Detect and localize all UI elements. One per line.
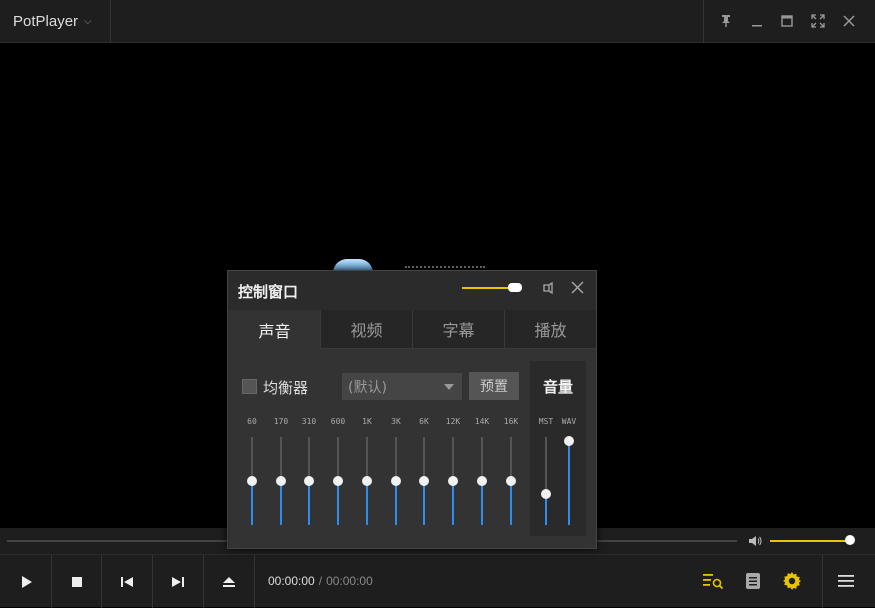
previous-button[interactable] xyxy=(102,555,153,608)
total-time: 00:00:00 xyxy=(326,574,373,588)
tab-video[interactable]: 视频 xyxy=(321,310,413,349)
eq-band-slider-fill xyxy=(510,481,512,525)
volume-channel-label: WAV xyxy=(561,417,577,426)
eq-band-slider-fill xyxy=(337,481,339,525)
eq-band-label: 14K xyxy=(474,417,490,426)
app-name: PotPlayer xyxy=(13,13,79,30)
next-button[interactable] xyxy=(153,555,204,608)
eq-band-label: 6K xyxy=(419,417,429,426)
volume-channel-slider-fill xyxy=(568,441,570,525)
eq-band-label: 16K xyxy=(503,417,519,426)
tab-subtitle[interactable]: 字幕 xyxy=(413,310,505,349)
volume-panel-title: 音量 xyxy=(542,378,573,396)
eq-band-slider-knob[interactable] xyxy=(419,476,429,486)
stop-button[interactable] xyxy=(52,555,102,608)
equalizer-preset-select[interactable]: (默认) xyxy=(342,373,462,400)
eq-band-label: 600 xyxy=(330,417,346,426)
eq-band-slider-fill xyxy=(452,481,454,525)
opacity-slider-knob[interactable] xyxy=(508,283,522,292)
playlist-search-icon[interactable] xyxy=(701,569,725,593)
playlist-icon[interactable] xyxy=(741,569,765,593)
eq-band-slider-knob[interactable] xyxy=(333,476,343,486)
volume-slider[interactable] xyxy=(770,540,850,542)
eq-band-slider-knob[interactable] xyxy=(304,476,314,486)
close-icon[interactable] xyxy=(838,10,860,32)
time-separator: / xyxy=(318,574,323,588)
eq-band-slider-knob[interactable] xyxy=(448,476,458,486)
gear-icon[interactable] xyxy=(780,569,804,593)
play-icon xyxy=(21,575,32,588)
dialog-title: 控制窗口 xyxy=(238,283,299,301)
eq-band-slider-fill xyxy=(308,481,310,525)
eq-band-label: 12K xyxy=(445,417,461,426)
eq-band-label: 3K xyxy=(391,417,401,426)
equalizer-checkbox[interactable] xyxy=(242,379,257,394)
app-menu-button[interactable]: PotPlayer ⌵ xyxy=(0,0,111,43)
skip-previous-icon xyxy=(121,576,133,587)
dialog-pin-icon[interactable] xyxy=(540,279,558,297)
pin-icon[interactable] xyxy=(715,10,737,32)
eq-band-slider-knob[interactable] xyxy=(362,476,372,486)
equalizer-label: 均衡器 xyxy=(263,379,309,397)
eq-band-slider-knob[interactable] xyxy=(391,476,401,486)
eq-band-slider-fill xyxy=(481,481,483,525)
eject-icon xyxy=(223,576,235,587)
tab-audio[interactable]: 声音 xyxy=(229,310,321,349)
preset-select-value: (默认) xyxy=(348,379,387,396)
menu-icon[interactable] xyxy=(834,569,858,593)
window-controls xyxy=(703,0,875,43)
eq-band-slider-knob[interactable] xyxy=(276,476,286,486)
maximize-icon[interactable] xyxy=(776,10,798,32)
dialog-tabs: 声音 视频 字幕 播放 xyxy=(229,310,596,349)
volume-slider-knob[interactable] xyxy=(845,535,855,545)
play-button[interactable] xyxy=(0,555,52,608)
open-button[interactable] xyxy=(204,555,255,608)
eq-band-slider-fill xyxy=(395,481,397,525)
control-window-dialog: 控制窗口 声音 视频 字幕 播放 均衡器 (默认) 预置 音量 60 170 310… xyxy=(227,270,597,549)
dropdown-arrow-icon xyxy=(444,384,454,390)
chevron-down-icon: ⌵ xyxy=(84,16,92,27)
control-bar: 00:00:00/00:00:00 xyxy=(0,554,875,608)
eq-band-slider-fill xyxy=(251,481,253,525)
time-display: 00:00:00/00:00:00 xyxy=(268,574,373,588)
eq-band-slider-fill xyxy=(280,481,282,525)
control-divider xyxy=(822,555,823,608)
audio-panel: 均衡器 (默认) 预置 音量 60 170 310 600 1K 3K 6K 12K 14K 16… xyxy=(229,349,596,548)
eq-band-slider-fill xyxy=(366,481,368,525)
eq-band-label: 1K xyxy=(362,417,372,426)
stop-icon xyxy=(71,576,82,587)
eq-band-slider-knob[interactable] xyxy=(247,476,257,486)
skip-next-icon xyxy=(172,576,184,587)
eq-band-label: 170 xyxy=(273,417,289,426)
eq-band-slider-fill xyxy=(423,481,425,525)
eq-band-label: 60 xyxy=(247,417,257,426)
minimize-icon[interactable] xyxy=(746,10,768,32)
volume-panel: 音量 xyxy=(530,361,586,536)
eq-band-label: 310 xyxy=(301,417,317,426)
eq-band-slider-knob[interactable] xyxy=(477,476,487,486)
dialog-close-icon[interactable] xyxy=(568,278,586,296)
tab-playback[interactable]: 播放 xyxy=(505,310,596,349)
fullscreen-icon[interactable] xyxy=(807,10,829,32)
current-time: 00:00:00 xyxy=(268,574,315,588)
speaker-icon[interactable] xyxy=(747,533,763,549)
title-bar: PotPlayer ⌵ xyxy=(0,0,875,43)
eq-band-slider-knob[interactable] xyxy=(506,476,516,486)
preset-button[interactable]: 预置 xyxy=(469,372,519,400)
